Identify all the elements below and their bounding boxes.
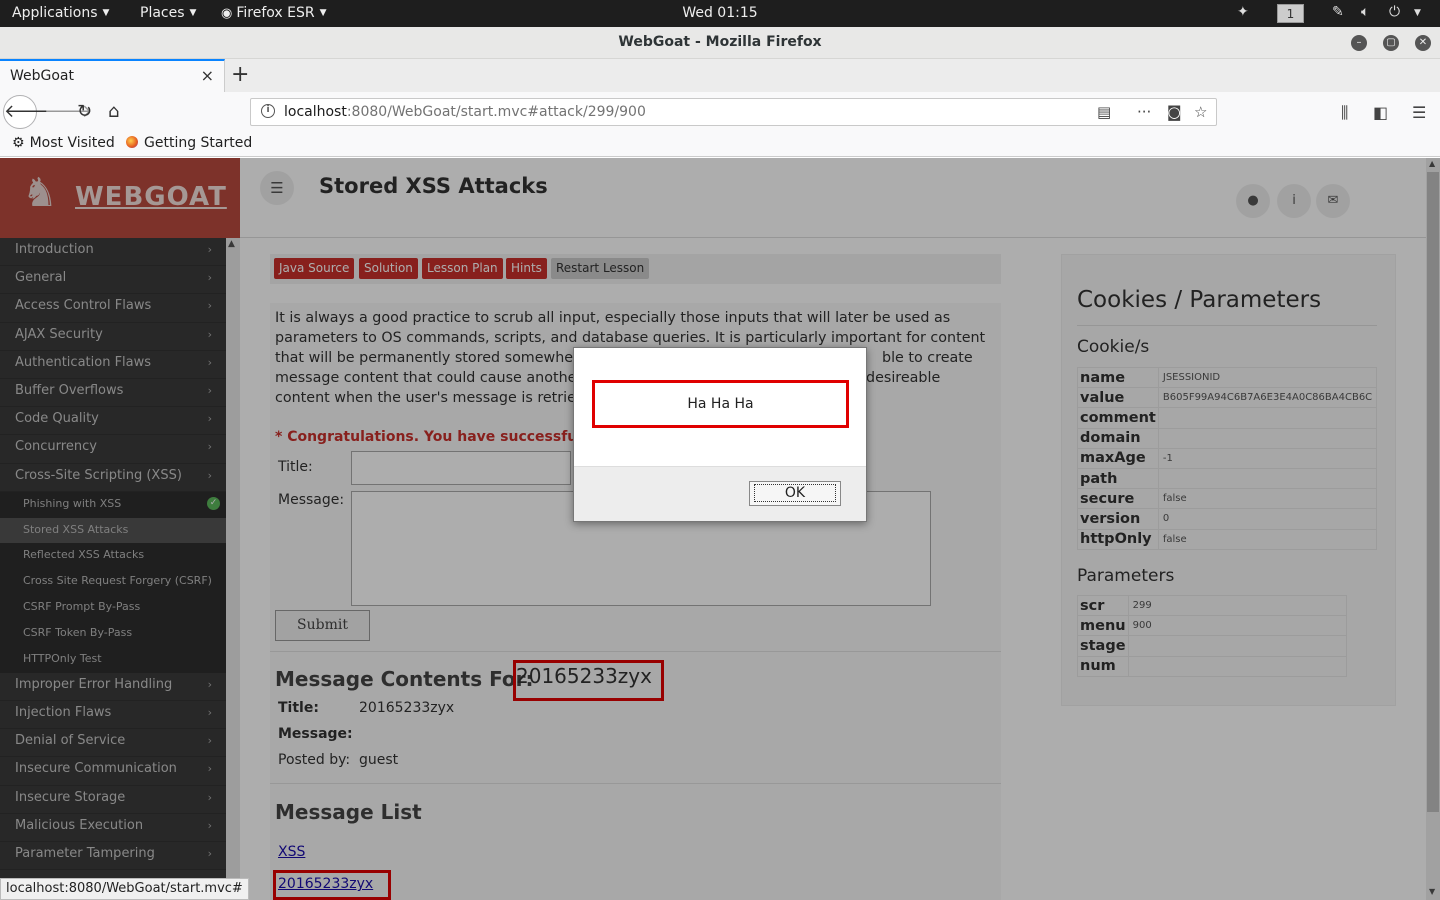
maximize-icon[interactable]: ▢ (1383, 35, 1399, 51)
page-actions-icon[interactable]: ··· (1137, 103, 1151, 121)
modal-overlay (0, 158, 1440, 900)
bookmarks-toolbar: ⚙ Most Visited Getting Started (0, 132, 1440, 157)
sidebar-toggle-icon[interactable]: ◧ (1373, 103, 1388, 122)
tab-webgoat[interactable]: WebGoat × (0, 59, 225, 92)
new-tab-button[interactable]: + (231, 62, 249, 87)
bookmark-getting-started[interactable]: Getting Started (126, 135, 252, 151)
minimize-icon[interactable]: – (1351, 35, 1367, 51)
tab-bar: WebGoat × + (0, 59, 1440, 92)
reader-view-icon[interactable]: ▤ (1097, 103, 1111, 121)
bookmark-star-icon[interactable]: ☆ (1194, 103, 1207, 121)
workspace-indicator[interactable]: 1 (1277, 4, 1304, 23)
ok-button[interactable]: OK (749, 481, 841, 506)
url-bar[interactable]: i localhost:8080/WebGoat/start.mvc#attac… (250, 98, 1217, 126)
back-button[interactable]: 🡐 (3, 95, 52, 129)
reload-button[interactable]: ↻ (77, 101, 92, 122)
desktop-top-bar: Applications ▼ Places ▼ ◉ Firefox ESR ▼ Wed … (0, 0, 1440, 27)
highlight-box: Ha Ha Ha (592, 380, 849, 428)
library-icon[interactable]: ⫼ (1341, 103, 1348, 123)
window-title-bar: WebGoat - Mozilla Firefox – ▢ ✕ (0, 27, 1440, 59)
power-icon[interactable]: ⏻ (1389, 4, 1400, 20)
info-icon[interactable]: i (261, 104, 275, 118)
bookmark-most-visited[interactable]: ⚙ Most Visited (12, 135, 115, 151)
firefox-logo-icon (126, 136, 138, 148)
home-button[interactable]: ⌂ (108, 101, 119, 122)
pocket-icon[interactable]: ◙ (1167, 103, 1182, 121)
url-text[interactable]: localhost:8080/WebGoat/start.mvc#attack/… (284, 104, 646, 120)
gear-icon: ⚙ (12, 135, 25, 151)
tab-title: WebGoat (10, 68, 75, 84)
status-bar-url: localhost:8080/WebGoat/start.mvc# (0, 878, 249, 900)
close-tab-icon[interactable]: × (201, 66, 214, 85)
ok-label: OK (753, 484, 837, 502)
clock[interactable]: Wed 01:15 (0, 5, 1440, 21)
volume-icon[interactable]: 🔈︎ (1361, 4, 1369, 20)
hamburger-menu-icon[interactable]: ☰ (1412, 103, 1426, 122)
dialog-footer: OK (574, 466, 866, 521)
bookmark-label: Most Visited (29, 135, 115, 151)
alert-dialog: Ha Ha Ha OK (573, 347, 867, 522)
screen: Applications ▼ Places ▼ ◉ Firefox ESR ▼ Wed … (0, 0, 1440, 900)
pen-icon[interactable]: ✎ (1332, 4, 1344, 20)
navigation-bar: 🡐 🡒 ↻ ⌂ i localhost:8080/WebGoat/start.m… (0, 92, 1440, 132)
close-icon[interactable]: ✕ (1415, 35, 1431, 51)
url-path: :8080/WebGoat/start.mvc#attack/299/900 (346, 104, 646, 120)
people-icon[interactable]: ✦ (1237, 4, 1249, 20)
bookmark-label: Getting Started (144, 135, 253, 151)
alert-message: Ha Ha Ha (687, 396, 754, 412)
url-host: localhost (284, 104, 347, 120)
chevron-down-icon[interactable]: ▼ (1414, 8, 1421, 18)
window-title: WebGoat - Mozilla Firefox (618, 34, 822, 50)
